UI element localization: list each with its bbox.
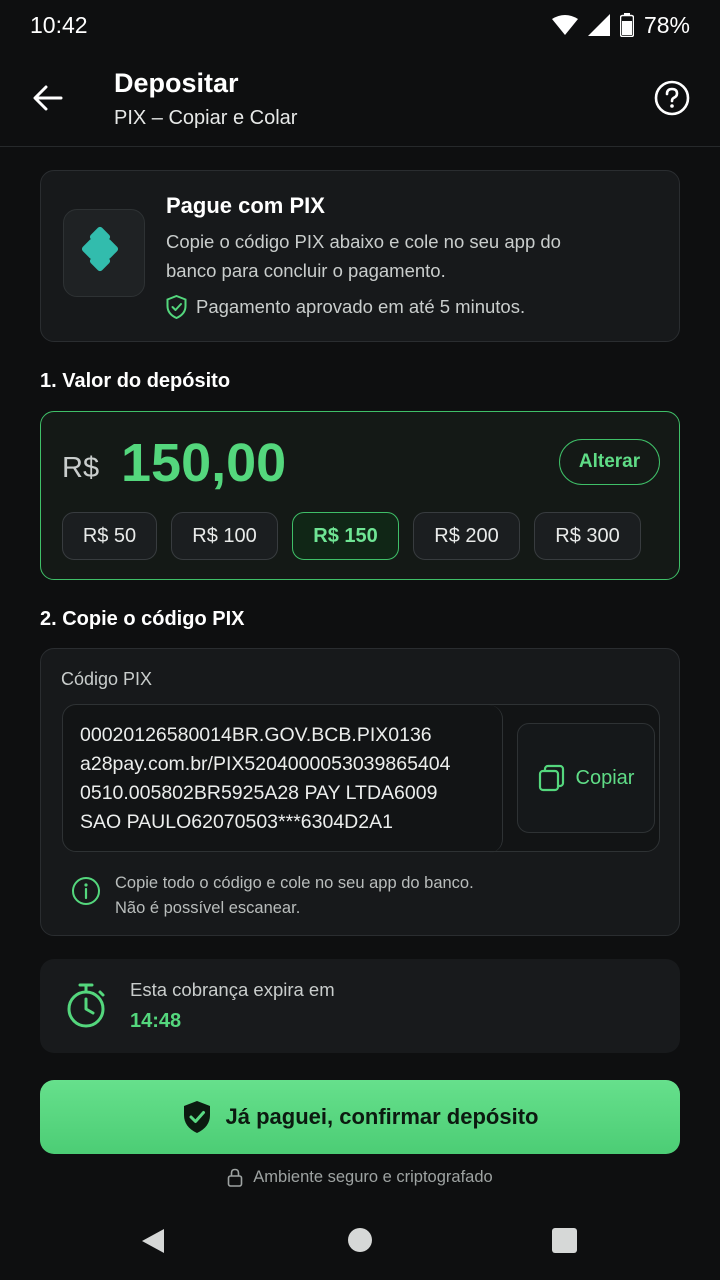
cell-signal-icon bbox=[587, 14, 610, 36]
status-bar: 10:42 78% bbox=[0, 0, 720, 50]
confirm-deposit-button[interactable]: Já paguei, confirmar depósito bbox=[40, 1080, 680, 1154]
approval-text: Pagamento aprovado em até 5 minutos. bbox=[196, 296, 526, 317]
wifi-icon bbox=[551, 15, 578, 35]
status-time: 10:42 bbox=[30, 11, 88, 38]
nav-home-icon[interactable] bbox=[348, 1228, 372, 1252]
arrow-left-icon bbox=[33, 85, 63, 111]
page-title: Depositar bbox=[114, 68, 239, 98]
amount-section-label: 1. Valor do depósito bbox=[40, 370, 231, 392]
pix-logo bbox=[63, 209, 145, 297]
alter-amount-button[interactable]: Alterar bbox=[559, 439, 660, 485]
back-button[interactable] bbox=[28, 78, 68, 118]
pix-info-card: Pague com PIX Copie o código PIX abaixo … bbox=[40, 170, 680, 342]
status-icons: 78% bbox=[551, 11, 690, 39]
copy-label: Copiar bbox=[575, 766, 635, 789]
expiry-label: Esta cobrança expira em bbox=[130, 979, 335, 1000]
shield-check-icon bbox=[166, 295, 187, 319]
page-subtitle: PIX – Copiar e Colar bbox=[114, 107, 298, 129]
code-hint-text: Copie todo o código e cole no seu app do… bbox=[115, 874, 474, 917]
code-field-label: Código PIX bbox=[61, 669, 153, 689]
battery-percent: 78% bbox=[643, 11, 690, 38]
code-section-label: 2. Copie o código PIX bbox=[40, 608, 245, 630]
confirm-deposit-label: Já paguei, confirmar depósito bbox=[225, 1104, 539, 1129]
copy-button[interactable]: Copiar bbox=[517, 723, 655, 833]
amount-chip-50[interactable]: R$ 50 bbox=[62, 512, 157, 560]
amount-chip-100[interactable]: R$ 100 bbox=[171, 512, 278, 560]
app-header: Depositar PIX – Copiar e Colar bbox=[0, 50, 720, 147]
pix-code-card: Código PIX 00020126580014BR.GOV.BCB.PIX0… bbox=[40, 648, 680, 936]
lock-icon bbox=[227, 1168, 243, 1187]
amount-chip-150[interactable]: R$ 150 bbox=[292, 512, 399, 560]
copy-icon bbox=[538, 764, 564, 792]
amount-chip-300[interactable]: R$ 300 bbox=[534, 512, 641, 560]
secure-note-text: Ambiente seguro e criptografado bbox=[253, 1168, 493, 1186]
pix-icon bbox=[81, 226, 119, 272]
code-hint: Copie todo o código e cole no seu app do… bbox=[71, 871, 474, 921]
pix-code-text[interactable]: 00020126580014BR.GOV.BCB.PIX0136 a28pay.… bbox=[63, 705, 503, 853]
pix-card-title: Pague com PIX bbox=[166, 193, 325, 218]
stopwatch-icon bbox=[67, 983, 105, 1028]
nav-recents-icon[interactable] bbox=[552, 1228, 577, 1253]
expiry-countdown: 14:48 bbox=[130, 1010, 182, 1032]
pix-card-description: Copie o código PIX abaixo e cole no seu … bbox=[166, 231, 561, 281]
help-button[interactable] bbox=[652, 78, 692, 118]
nav-back-icon[interactable] bbox=[140, 1227, 166, 1255]
amount-card: R$ 150,00 Alterar R$ 50 R$ 100 R$ 150 R$… bbox=[40, 411, 680, 580]
help-circle-icon bbox=[654, 80, 690, 116]
approval-note: Pagamento aprovado em até 5 minutos. bbox=[166, 295, 525, 319]
amount-chip-200[interactable]: R$ 200 bbox=[413, 512, 520, 560]
currency-symbol: R$ bbox=[62, 452, 100, 484]
amount-value: 150,00 bbox=[121, 433, 287, 493]
shield-check-icon bbox=[183, 1101, 210, 1133]
code-field: 00020126580014BR.GOV.BCB.PIX0136 a28pay.… bbox=[62, 704, 660, 853]
secure-note: Ambiente seguro e criptografado bbox=[0, 1168, 720, 1187]
info-icon bbox=[72, 877, 100, 905]
battery-icon bbox=[619, 13, 634, 37]
expiry-timer-card: Esta cobrança expira em 14:48 bbox=[40, 959, 680, 1053]
system-nav-bar bbox=[0, 1200, 720, 1280]
